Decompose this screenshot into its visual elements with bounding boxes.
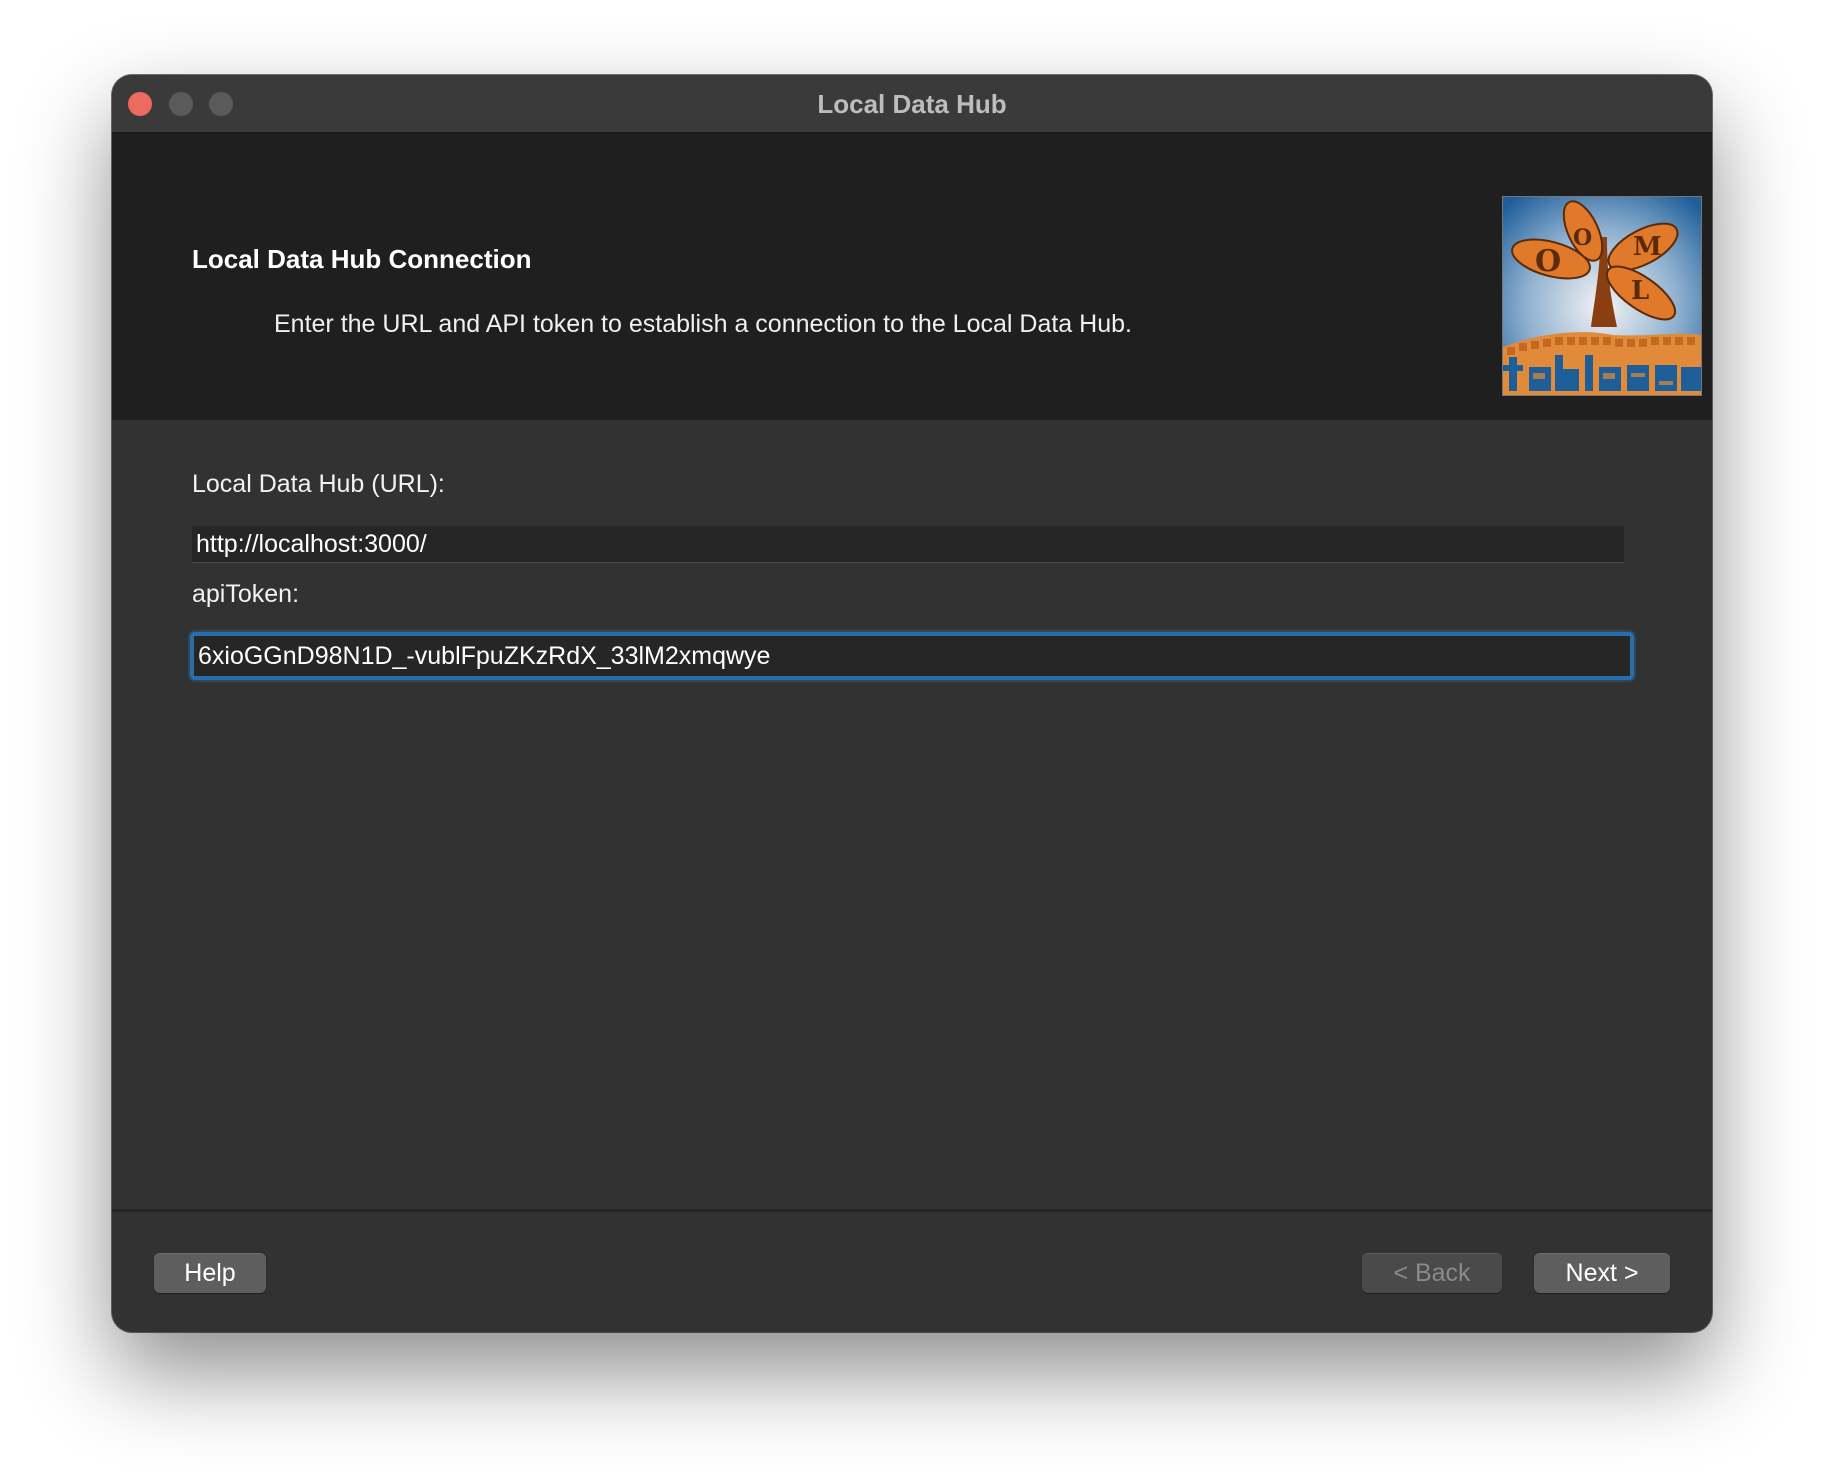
svg-text:M: M	[1633, 232, 1662, 262]
help-button[interactable]: Help	[154, 1253, 266, 1293]
page-title: Local Data Hub Connection	[192, 244, 532, 274]
api-token-input[interactable]	[190, 632, 1634, 680]
window-title: Local Data Hub	[817, 89, 1007, 119]
page-description: Enter the URL and API token to establish…	[274, 310, 1132, 338]
wizard-window: Local Data Hub Local Data Hub Connection…	[112, 75, 1712, 1332]
wizard-header-banner: Local Data Hub Connection Enter the URL …	[112, 134, 1712, 420]
oml-tables-logo-icon: O O M L	[1502, 196, 1702, 396]
api-token-label: apiToken:	[192, 580, 300, 608]
svg-text:L: L	[1631, 276, 1649, 306]
next-button[interactable]: Next >	[1534, 1253, 1670, 1293]
svg-text:O: O	[1535, 244, 1561, 279]
title-bar: Local Data Hub	[112, 75, 1712, 134]
svg-text:O: O	[1573, 225, 1592, 251]
url-label: Local Data Hub (URL):	[192, 470, 445, 498]
back-button[interactable]: < Back	[1362, 1253, 1502, 1293]
footer-divider	[112, 1209, 1712, 1212]
url-input[interactable]	[192, 526, 1624, 563]
